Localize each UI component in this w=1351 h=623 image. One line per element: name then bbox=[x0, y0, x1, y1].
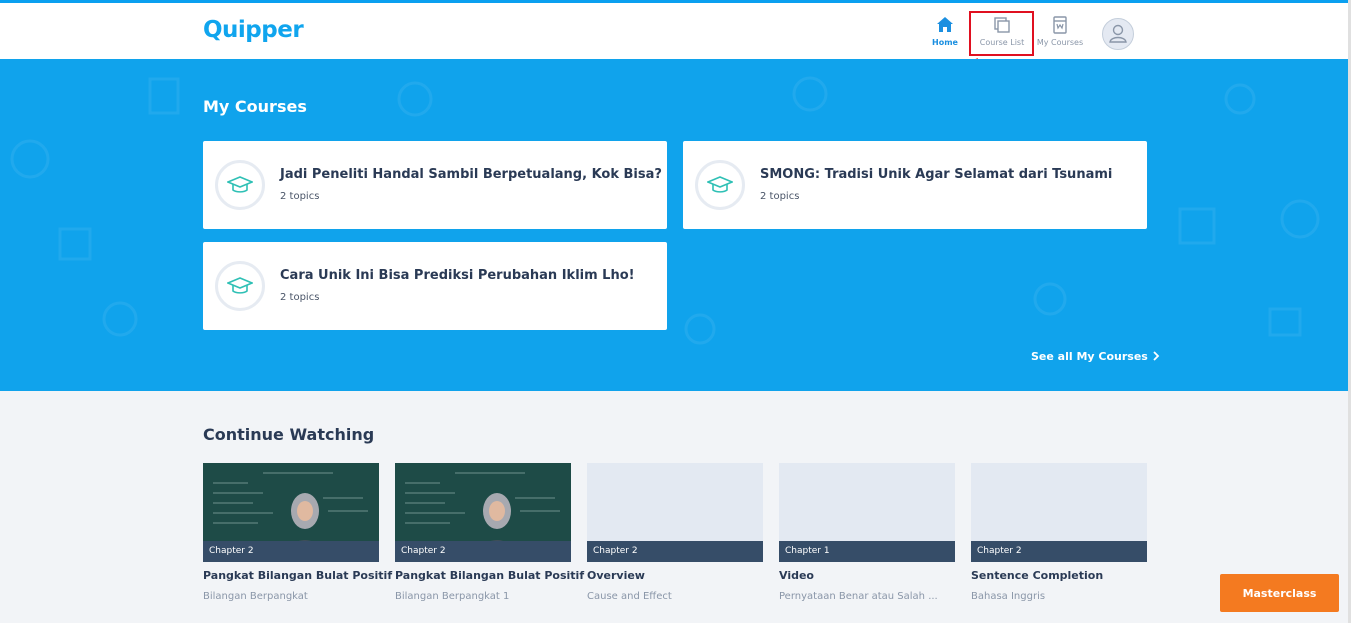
course-topics: 2 topics bbox=[280, 191, 320, 202]
home-icon bbox=[937, 17, 953, 32]
video-subtitle: Bilangan Berpangkat bbox=[203, 591, 308, 602]
video-thumbnail: Chapter 2 bbox=[203, 463, 379, 562]
nav-my-courses-label: My Courses bbox=[1036, 38, 1084, 47]
chapter-label: Chapter 2 bbox=[971, 541, 1147, 562]
nav-home-label: Home bbox=[932, 38, 958, 47]
my-courses-title: My Courses bbox=[203, 97, 307, 116]
video-thumbnail-placeholder: Chapter 1 bbox=[779, 463, 955, 562]
nav-home[interactable]: Home bbox=[917, 15, 973, 51]
continue-watching-title: Continue Watching bbox=[203, 425, 375, 444]
video-subtitle: Pernyataan Benar atau Salah ... bbox=[779, 591, 938, 602]
video-subtitle: Cause and Effect bbox=[587, 591, 672, 602]
user-avatar[interactable] bbox=[1102, 18, 1134, 50]
my-courses-section: My Courses Jadi Peneliti Handal Sambil B… bbox=[0, 59, 1351, 391]
video-card[interactable]: Chapter 2 Pangkat Bilangan Bulat Positif… bbox=[203, 463, 393, 602]
chevron-right-icon bbox=[1153, 351, 1159, 361]
video-title: Pangkat Bilangan Bulat Positif bbox=[203, 569, 393, 582]
top-header: Quipper Home Course List My Courses bbox=[0, 3, 1351, 59]
course-title: Cara Unik Ini Bisa Prediksi Perubahan Ik… bbox=[280, 268, 635, 283]
course-topics: 2 topics bbox=[280, 292, 320, 303]
course-icon-circle bbox=[695, 160, 745, 210]
course-title: SMONG: Tradisi Unik Agar Selamat dari Ts… bbox=[760, 167, 1113, 182]
chapter-label: Chapter 2 bbox=[587, 541, 763, 562]
nav-my-courses[interactable]: My Courses bbox=[1032, 15, 1088, 51]
video-card[interactable]: Chapter 1 Video Pernyataan Benar atau Sa… bbox=[779, 463, 955, 602]
video-title: Overview bbox=[587, 569, 645, 582]
video-thumbnail: Chapter 2 bbox=[395, 463, 571, 562]
video-title: Video bbox=[779, 569, 814, 582]
video-title: Pangkat Bilangan Bulat Positif bbox=[395, 569, 585, 582]
course-topics: 2 topics bbox=[760, 191, 800, 202]
course-icon-circle bbox=[215, 261, 265, 311]
quipper-logo[interactable]: Quipper bbox=[203, 17, 304, 43]
video-subtitle: Bilangan Berpangkat 1 bbox=[395, 591, 510, 602]
course-card[interactable]: Jadi Peneliti Handal Sambil Berpetualang… bbox=[203, 141, 667, 229]
graduation-cap-icon bbox=[707, 176, 733, 193]
masterclass-button[interactable]: Masterclass bbox=[1220, 574, 1339, 612]
see-all-label: See all My Courses bbox=[1031, 350, 1148, 363]
video-thumbnail-placeholder: Chapter 2 bbox=[971, 463, 1147, 562]
course-title: Jadi Peneliti Handal Sambil Berpetualang… bbox=[280, 167, 662, 182]
course-card[interactable]: Cara Unik Ini Bisa Prediksi Perubahan Ik… bbox=[203, 242, 667, 330]
chapter-label: Chapter 2 bbox=[203, 541, 379, 562]
video-card[interactable]: Chapter 2 Pangkat Bilangan Bulat Positif… bbox=[395, 463, 585, 602]
course-icon-circle bbox=[215, 160, 265, 210]
video-card[interactable]: Chapter 2 Overview Cause and Effect bbox=[587, 463, 763, 602]
chapter-label: Chapter 1 bbox=[779, 541, 955, 562]
chapter-label: Chapter 2 bbox=[395, 541, 571, 562]
annotation-highlight-box bbox=[969, 11, 1034, 56]
video-subtitle: Bahasa Inggris bbox=[971, 591, 1046, 602]
my-courses-icon bbox=[1053, 16, 1067, 34]
video-card[interactable]: Chapter 2 Sentence Completion Bahasa Ing… bbox=[971, 463, 1147, 602]
course-card[interactable]: SMONG: Tradisi Unik Agar Selamat dari Ts… bbox=[683, 141, 1147, 229]
see-all-my-courses-link[interactable]: See all My Courses bbox=[1031, 350, 1160, 363]
user-avatar-icon bbox=[1109, 24, 1127, 43]
graduation-cap-icon bbox=[227, 176, 253, 193]
video-title: Sentence Completion bbox=[971, 569, 1104, 582]
graduation-cap-icon bbox=[227, 277, 253, 294]
video-thumbnail-placeholder: Chapter 2 bbox=[587, 463, 763, 562]
